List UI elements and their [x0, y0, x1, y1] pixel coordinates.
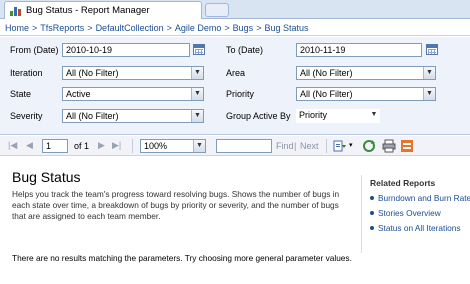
chevron-down-icon[interactable]: ▼ — [191, 110, 203, 122]
report-icon — [10, 5, 22, 16]
related-link-burndown[interactable]: Burndown and Burn Rate — [370, 193, 470, 203]
chevron-down-icon[interactable]: ▼ — [423, 88, 435, 100]
chevron-down-icon[interactable]: ▼ — [191, 67, 203, 79]
calendar-icon[interactable] — [193, 44, 205, 55]
related-link-stories-overview[interactable]: Stories Overview — [370, 208, 465, 218]
chevron-down-icon[interactable]: ▼ — [191, 88, 203, 100]
last-page-icon[interactable]: ▶| — [112, 140, 121, 151]
related-reports-panel: Related Reports Burndown and Burn Rate S… — [361, 175, 470, 253]
next-link[interactable]: Next — [300, 141, 319, 151]
data-feed-icon[interactable] — [400, 139, 414, 153]
to-date-label: To (Date) — [226, 45, 264, 55]
toolbar-divider — [132, 139, 133, 153]
area-select[interactable]: All (No Filter) ▼ — [296, 66, 436, 80]
calendar-icon[interactable] — [426, 44, 438, 55]
breadcrumb-tfsreports[interactable]: TfsReports — [40, 23, 84, 33]
related-reports-title: Related Reports — [370, 178, 436, 188]
first-page-icon[interactable]: |◀ — [8, 140, 17, 151]
report-title: Bug Status — [12, 169, 81, 185]
tab-title: Bug Status - Report Manager — [26, 5, 150, 16]
severity-label: Severity — [10, 111, 43, 121]
state-label: State — [10, 89, 32, 99]
chevron-down-icon[interactable]: ▾ — [349, 141, 353, 149]
breadcrumb-separator: > — [224, 22, 230, 33]
breadcrumb-bug-status[interactable]: Bug Status — [264, 23, 308, 33]
group-active-by-select[interactable]: Priority ▼ — [296, 109, 380, 123]
report-body: Bug Status Helps you track the team's pr… — [0, 157, 470, 284]
breadcrumb-agile-demo[interactable]: Agile Demo — [175, 23, 222, 33]
priority-value: All (No Filter) — [300, 89, 353, 99]
zoom-select[interactable]: 100% ▼ — [140, 139, 206, 153]
print-icon[interactable] — [382, 139, 396, 153]
find-text-input[interactable] — [216, 139, 272, 153]
find-link[interactable]: Find — [276, 141, 294, 151]
parameters-panel: From (Date) 2010-10-19 To (Date) 2010-11… — [0, 37, 470, 135]
previous-page-icon[interactable]: ◀ — [26, 140, 33, 151]
priority-select[interactable]: All (No Filter) ▼ — [296, 87, 436, 101]
iteration-select[interactable]: All (No Filter) ▼ — [62, 66, 204, 80]
breadcrumb-separator: > — [87, 22, 93, 33]
browser-tab[interactable]: Bug Status - Report Manager — [4, 1, 202, 19]
report-toolbar: |◀ ◀ 1 of 1 ▶ ▶| 100% ▼ Find | Next ▾ — [0, 136, 470, 156]
breadcrumb-bugs[interactable]: Bugs — [233, 23, 254, 33]
iteration-value: All (No Filter) — [66, 68, 119, 78]
chevron-down-icon[interactable]: ▼ — [193, 140, 205, 152]
breadcrumb-separator: > — [32, 22, 38, 33]
breadcrumb-defaultcollection[interactable]: DefaultCollection — [96, 23, 164, 33]
severity-value: All (No Filter) — [66, 111, 119, 121]
priority-label: Priority — [226, 89, 255, 99]
to-date-input[interactable]: 2010-11-19 — [296, 43, 422, 57]
refresh-icon[interactable] — [362, 139, 376, 153]
no-results-message: There are no results matching the parame… — [12, 253, 352, 263]
iteration-label: Iteration — [10, 68, 43, 78]
bullet-icon — [370, 226, 374, 230]
breadcrumb: Home > TfsReports > DefaultCollection > … — [0, 20, 470, 36]
chevron-down-icon[interactable]: ▼ — [423, 67, 435, 79]
related-link-label: Burndown and Burn Rate — [378, 193, 470, 203]
report-description: Helps you track the team's progress towa… — [12, 189, 340, 221]
new-tab-button[interactable] — [205, 3, 229, 17]
area-label: Area — [226, 68, 246, 78]
chevron-down-icon[interactable]: ▼ — [368, 109, 380, 121]
related-link-label: Status on All Iterations — [378, 223, 461, 233]
browser-tab-strip: Bug Status - Report Manager — [0, 0, 470, 19]
area-value: All (No Filter) — [300, 68, 353, 78]
from-date-input[interactable]: 2010-10-19 — [62, 43, 190, 57]
state-value: Active — [66, 89, 91, 99]
group-active-by-label: Group Active By — [226, 111, 291, 121]
breadcrumb-home[interactable]: Home — [5, 23, 29, 33]
from-date-label: From (Date) — [10, 45, 59, 55]
breadcrumb-separator: > — [166, 22, 172, 33]
export-icon[interactable] — [333, 139, 347, 153]
page-number-input[interactable]: 1 — [42, 139, 68, 153]
bullet-icon — [370, 196, 374, 200]
next-page-icon[interactable]: ▶ — [98, 140, 105, 151]
page-count-label: of 1 — [74, 141, 90, 151]
state-select[interactable]: Active ▼ — [62, 87, 204, 101]
bullet-icon — [370, 211, 374, 215]
find-separator: | — [294, 141, 297, 151]
severity-select[interactable]: All (No Filter) ▼ — [62, 109, 204, 123]
toolbar-divider — [326, 139, 327, 153]
related-link-status-on-all-iterations[interactable]: Status on All Iterations — [370, 223, 465, 233]
breadcrumb-separator: > — [256, 22, 262, 33]
related-link-label: Stories Overview — [378, 208, 441, 218]
